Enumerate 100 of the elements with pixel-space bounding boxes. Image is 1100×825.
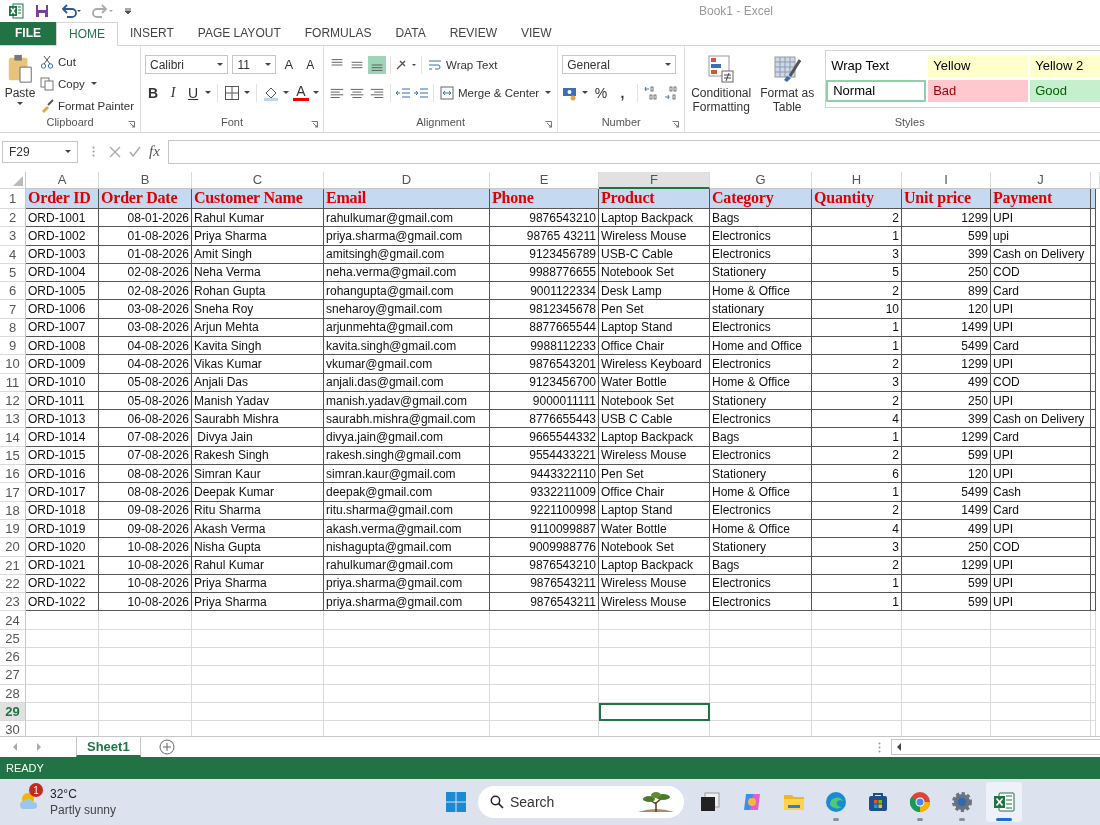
empty-cell[interactable] (1091, 483, 1096, 502)
empty-cell[interactable] (1091, 391, 1096, 411)
cell-style-swatch[interactable]: Normal (826, 79, 927, 102)
bold-button[interactable]: B (145, 82, 162, 103)
column-header[interactable]: B (99, 171, 192, 189)
empty-cell[interactable] (1091, 428, 1096, 447)
add-sheet-icon[interactable] (158, 739, 175, 756)
merge-center-button[interactable]: Merge & Center (438, 82, 554, 103)
cell-style-swatch[interactable]: Bad (928, 79, 1029, 102)
borders-icon[interactable] (224, 84, 241, 101)
dialog-launcher-icon[interactable] (672, 120, 680, 128)
column-header[interactable]: D (324, 171, 490, 189)
empty-cell[interactable] (1091, 446, 1096, 466)
row-header[interactable]: 16 (0, 465, 26, 484)
column-header[interactable]: I (902, 171, 991, 189)
grow-font-button[interactable]: A (280, 54, 298, 75)
redo-icon[interactable] (92, 2, 114, 19)
format-as-table-button[interactable]: Format as Table (755, 49, 820, 116)
save-icon[interactable] (34, 2, 50, 19)
empty-cell[interactable] (1091, 227, 1096, 246)
insert-function-button[interactable]: fx (149, 143, 160, 161)
empty-cell[interactable] (1091, 410, 1096, 429)
empty-cell[interactable] (1091, 282, 1096, 301)
empty-cell[interactable] (1091, 300, 1096, 319)
column-header[interactable]: F (599, 171, 710, 189)
row-header[interactable]: 1 (0, 188, 26, 209)
copy-button[interactable]: Copy (37, 73, 136, 94)
row-header[interactable]: 24 (0, 611, 26, 630)
empty-cell[interactable] (1091, 188, 1096, 209)
align-lines-icon[interactable] (368, 55, 386, 74)
column-header[interactable]: G (710, 171, 812, 189)
empty-cell[interactable] (1091, 373, 1096, 392)
row-header[interactable]: 23 (0, 593, 26, 612)
format-painter-button[interactable]: Format Painter (37, 95, 136, 116)
sheet-tab[interactable]: Sheet1 (76, 737, 141, 758)
ribbon-tab[interactable]: FILE (0, 21, 56, 45)
row-header[interactable]: 26 (0, 648, 26, 667)
paste-button[interactable]: Paste (4, 49, 36, 116)
font-name-dropdown[interactable]: Calibri (145, 55, 229, 75)
customize-icon[interactable] (124, 6, 132, 15)
empty-cell[interactable] (1091, 519, 1096, 539)
dialog-launcher-icon[interactable] (311, 120, 318, 128)
ribbon-tab[interactable]: VIEW (509, 21, 564, 45)
row-header[interactable]: 17 (0, 483, 26, 502)
row-header[interactable]: 3 (0, 227, 26, 246)
cut-button[interactable]: Cut (37, 51, 136, 72)
empty-cell[interactable] (1091, 556, 1096, 575)
empty-cell[interactable] (1091, 574, 1096, 594)
horizontal-scrollbar[interactable] (891, 739, 1100, 756)
empty-cell[interactable] (1091, 263, 1096, 283)
column-header[interactable]: J (991, 171, 1091, 189)
select-all-icon[interactable] (13, 175, 23, 186)
check-icon[interactable] (129, 145, 141, 158)
row-header[interactable]: 20 (0, 538, 26, 557)
ribbon-tab[interactable]: REVIEW (437, 21, 509, 45)
next-sheet-icon[interactable] (34, 742, 44, 753)
empty-cell[interactable] (1091, 337, 1096, 356)
weather-widget[interactable]: 1 32°C Partly sunny (18, 786, 117, 819)
formula-input[interactable] (167, 139, 1100, 164)
cell-style-swatch[interactable]: Yellow (928, 54, 1029, 77)
italic-button[interactable]: I (165, 82, 182, 103)
cell-style-swatch[interactable]: Good (1030, 79, 1100, 102)
windows-start-icon[interactable] (444, 790, 468, 815)
active-cell[interactable] (599, 702, 710, 722)
row-header[interactable]: 14 (0, 428, 26, 447)
percent-button[interactable]: % (592, 82, 610, 103)
column-header[interactable]: A (26, 171, 99, 189)
name-box[interactable]: F29 (2, 140, 78, 163)
search-bar[interactable]: Search (478, 786, 684, 819)
ribbon-tab[interactable]: PAGE LAYOUT (185, 21, 293, 45)
empty-cell[interactable] (1091, 318, 1096, 337)
empty-cell[interactable] (1091, 465, 1096, 484)
cell-style-swatch[interactable]: Yellow 2 (1030, 54, 1100, 77)
ribbon-tab[interactable]: FORMULAS (292, 21, 384, 45)
dialog-launcher-icon[interactable] (545, 120, 553, 128)
wrap-text-button[interactable]: Wrap Text (426, 54, 500, 75)
column-header[interactable]: H (812, 171, 902, 189)
underline-button[interactable]: U (185, 82, 202, 103)
font-color-button[interactable]: A (292, 84, 309, 102)
search-field[interactable]: Search (508, 793, 636, 812)
undo-icon[interactable] (60, 2, 82, 19)
row-header[interactable]: 27 (0, 666, 26, 685)
empty-cell[interactable] (1091, 501, 1096, 520)
ribbon-tab[interactable]: HOME (56, 21, 118, 46)
row-header[interactable]: 6 (0, 282, 26, 301)
ribbon-tab[interactable]: INSERT (118, 21, 186, 45)
row-header[interactable]: 10 (0, 355, 26, 374)
comma-button[interactable]: , (613, 82, 632, 103)
ribbon-tab[interactable]: DATA (383, 21, 438, 45)
column-header[interactable]: C (192, 171, 324, 189)
empty-cell[interactable] (1091, 355, 1096, 374)
font-size-dropdown[interactable]: 11 (232, 55, 277, 75)
number-format-dropdown[interactable]: General (562, 55, 677, 75)
empty-cell[interactable] (1091, 245, 1096, 264)
dialog-launcher-icon[interactable] (128, 120, 135, 128)
row-header[interactable]: 13 (0, 410, 26, 429)
row-header[interactable]: 7 (0, 300, 26, 319)
conditional-formatting-button[interactable]: Conditional Formatting (689, 49, 754, 116)
shrink-font-button[interactable]: A (301, 54, 319, 75)
empty-cell[interactable] (1091, 538, 1096, 557)
